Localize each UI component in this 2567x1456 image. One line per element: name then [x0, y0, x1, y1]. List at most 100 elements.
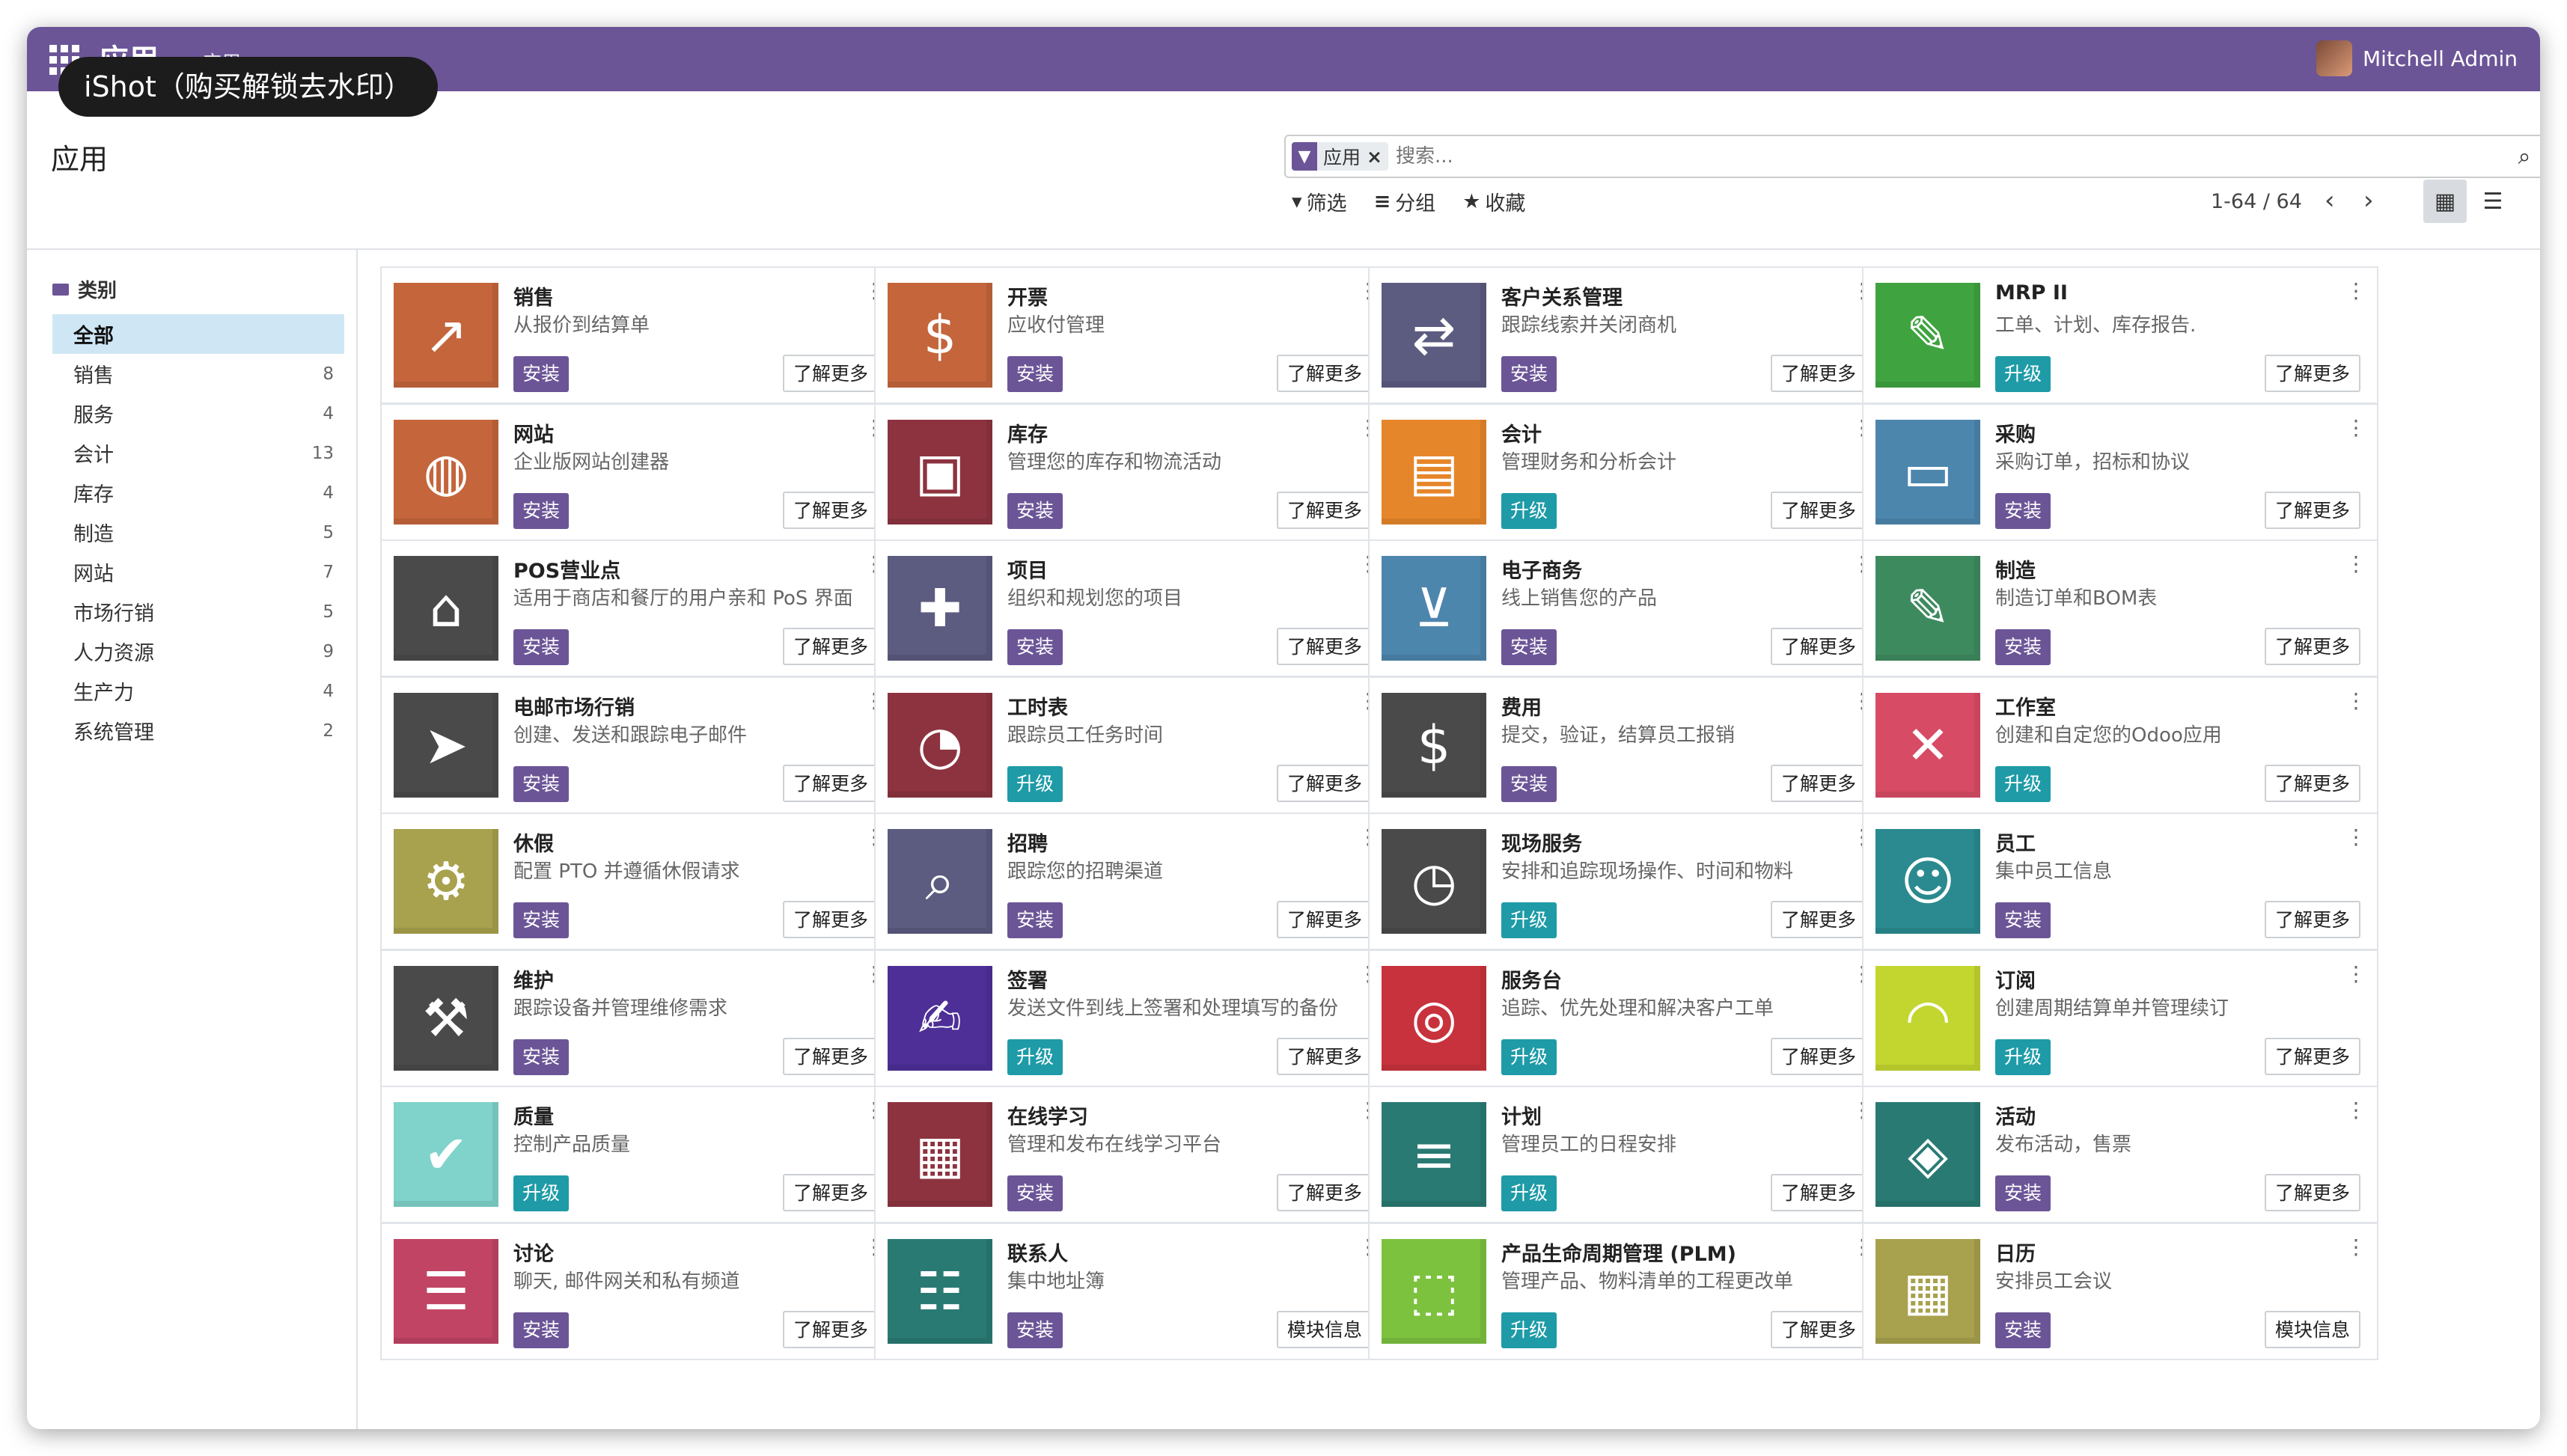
app-card[interactable]: ≡计划管理员工的日程安排⋮升级了解更多 — [1368, 1086, 1884, 1223]
kebab-menu-icon[interactable]: ⋮ — [2345, 278, 2366, 303]
app-card[interactable]: ▤会计管理财务和分析会计⋮升级了解更多 — [1368, 403, 1884, 541]
learn-more-button[interactable]: 了解更多 — [1770, 355, 1867, 392]
app-card[interactable]: ➤电邮市场行销创建、发送和跟踪电子邮件⋮安装了解更多 — [380, 676, 897, 814]
upgrade-button[interactable]: 升级 — [1501, 1175, 1557, 1211]
pager-next-icon[interactable]: › — [2363, 186, 2374, 215]
install-button[interactable]: 安装 — [513, 1039, 570, 1075]
install-button[interactable]: 安装 — [1501, 766, 1557, 802]
app-card[interactable]: ⚒维护跟踪设备并管理维修需求⋮安装了解更多 — [380, 949, 897, 1087]
sidebar-category-item[interactable]: 全部 — [52, 314, 344, 354]
kebab-menu-icon[interactable]: ⋮ — [2345, 415, 2366, 440]
learn-more-button[interactable]: 了解更多 — [1276, 1174, 1373, 1211]
learn-more-button[interactable]: 了解更多 — [2264, 765, 2360, 802]
app-card[interactable]: ✕ 工作室 创建和自定您的Odoo应用 ⋮ 升级 了解更多 — [1862, 676, 2378, 814]
learn-more-button[interactable]: 了解更多 — [1276, 628, 1373, 665]
app-card[interactable]: ◈ 活动 发布活动，售票 ⋮ 安装 了解更多 — [1862, 1086, 2378, 1223]
install-button[interactable]: 安装 — [513, 629, 570, 665]
install-button[interactable]: 安装 — [1007, 629, 1063, 665]
learn-more-button[interactable]: 了解更多 — [1770, 1311, 1867, 1348]
install-button[interactable]: 安装 — [1995, 629, 2051, 665]
kebab-menu-icon[interactable]: ⋮ — [2345, 1235, 2366, 1259]
pager-previous-icon[interactable]: ‹ — [2325, 186, 2335, 215]
kebab-menu-icon[interactable]: ⋮ — [2345, 1098, 2366, 1122]
sidebar-category-item[interactable]: 人力资源 9 — [52, 631, 344, 671]
learn-more-button[interactable]: 了解更多 — [782, 1038, 879, 1075]
app-card[interactable]: $费用提交，验证，结算员工报销⋮安装了解更多 — [1368, 676, 1884, 814]
sidebar-category-item[interactable]: 会计 13 — [52, 433, 344, 473]
user-name[interactable]: Mitchell Admin — [2363, 46, 2518, 71]
learn-more-button[interactable]: 了解更多 — [1276, 1038, 1373, 1075]
install-button[interactable]: 安装 — [513, 1312, 570, 1348]
learn-more-button[interactable]: 了解更多 — [1770, 1174, 1867, 1211]
avatar[interactable] — [2316, 40, 2353, 76]
learn-more-button[interactable]: 了解更多 — [782, 1174, 879, 1211]
learn-more-button[interactable]: 模块信息 — [2264, 1311, 2360, 1348]
app-card[interactable]: ✎ MRP II 工单、计划、库存报告. ⋮ 升级 了解更多 — [1862, 266, 2378, 404]
install-button[interactable]: 安装 — [513, 902, 570, 938]
install-button[interactable]: 安装 — [513, 493, 570, 529]
upgrade-button[interactable]: 升级 — [1007, 766, 1063, 802]
app-card[interactable]: ▭ 采购 采购订单，招标和协议 ⋮ 安装 了解更多 — [1862, 403, 2378, 541]
app-card[interactable]: ☰讨论聊天, 邮件网关和私有频道⋮安装了解更多 — [380, 1223, 897, 1360]
learn-more-button[interactable]: 了解更多 — [1770, 1038, 1867, 1075]
install-button[interactable]: 安装 — [1995, 1312, 2051, 1348]
install-button[interactable]: 安装 — [1995, 902, 2051, 938]
user-menu[interactable]: Mitchell Admin — [2316, 40, 2518, 76]
upgrade-button[interactable]: 升级 — [1501, 1039, 1557, 1075]
install-button[interactable]: 安装 — [1007, 902, 1063, 938]
app-card[interactable]: $开票应收付管理⋮安装了解更多 — [874, 266, 1391, 404]
app-card[interactable]: ✚项目组织和规划您的项目⋮安装了解更多 — [874, 539, 1391, 677]
group-by-button[interactable]: ≡ 分组 — [1374, 187, 1436, 216]
app-card[interactable]: ↗销售从报价到结算单⋮安装了解更多 — [380, 266, 897, 404]
install-button[interactable]: 安装 — [1007, 493, 1063, 529]
app-card[interactable]: ✎ 制造 制造订单和BOM表 ⋮ 安装 了解更多 — [1862, 539, 2378, 677]
sidebar-category-item[interactable]: 系统管理 2 — [52, 711, 344, 750]
learn-more-button[interactable]: 了解更多 — [2264, 901, 2360, 938]
sidebar-category-item[interactable]: 网站 7 — [52, 552, 344, 592]
learn-more-button[interactable]: 了解更多 — [1770, 628, 1867, 665]
kebab-menu-icon[interactable]: ⋮ — [2345, 961, 2366, 986]
learn-more-button[interactable]: 了解更多 — [1276, 492, 1373, 529]
app-card[interactable]: ◎服务台追踪、优先处理和解决客户工单⋮升级了解更多 — [1368, 949, 1884, 1087]
learn-more-button[interactable]: 了解更多 — [2264, 492, 2360, 529]
learn-more-button[interactable]: 了解更多 — [782, 1311, 879, 1348]
sidebar-category-item[interactable]: 库存 4 — [52, 473, 344, 513]
app-card[interactable]: ◷现场服务安排和追踪现场操作、时间和物料⋮升级了解更多 — [1368, 813, 1884, 950]
install-button[interactable]: 安装 — [513, 356, 570, 392]
sidebar-category-item[interactable]: 制造 5 — [52, 513, 344, 552]
app-card[interactable]: ⌕招聘跟踪您的招聘渠道⋮安装了解更多 — [874, 813, 1391, 950]
kanban-view-button[interactable]: ▦ — [2423, 180, 2467, 223]
learn-more-button[interactable]: 了解更多 — [2264, 1038, 2360, 1075]
app-card[interactable]: ⬚产品生命周期管理 (PLM)管理产品、物料清单的工程更改单⋮升级了解更多 — [1368, 1223, 1884, 1360]
install-button[interactable]: 安装 — [1995, 1175, 2051, 1211]
search-input[interactable] — [1388, 144, 2506, 168]
kebab-menu-icon[interactable]: ⋮ — [2345, 551, 2366, 576]
upgrade-button[interactable]: 升级 — [1995, 766, 2051, 802]
install-button[interactable]: 安装 — [1995, 493, 2051, 529]
learn-more-button[interactable]: 了解更多 — [1770, 901, 1867, 938]
learn-more-button[interactable]: 了解更多 — [782, 492, 879, 529]
kebab-menu-icon[interactable]: ⋮ — [2345, 688, 2366, 713]
upgrade-button[interactable]: 升级 — [1501, 1312, 1557, 1348]
learn-more-button[interactable]: 了解更多 — [1276, 901, 1373, 938]
app-card[interactable]: ⇄客户关系管理跟踪线索并关闭商机⋮安装了解更多 — [1368, 266, 1884, 404]
install-button[interactable]: 安装 — [1007, 1175, 1063, 1211]
learn-more-button[interactable]: 了解更多 — [782, 355, 879, 392]
app-card[interactable]: ⌂POS营业点适用于商店和餐厅的用户亲和 PoS 界面⋮安装了解更多 — [380, 539, 897, 677]
sidebar-category-item[interactable]: 销售 8 — [52, 354, 344, 394]
pager-value[interactable]: 1-64 / 64 — [2211, 190, 2302, 213]
app-card[interactable]: ⊻电子商务线上销售您的产品⋮安装了解更多 — [1368, 539, 1884, 677]
learn-more-button[interactable]: 了解更多 — [2264, 628, 2360, 665]
app-card[interactable]: ✔质量控制产品质量⋮升级了解更多 — [380, 1086, 897, 1223]
sidebar-category-item[interactable]: 市场行销 5 — [52, 592, 344, 631]
list-view-button[interactable]: ☰ — [2471, 180, 2515, 223]
learn-more-button[interactable]: 了解更多 — [1276, 765, 1373, 802]
upgrade-button[interactable]: 升级 — [513, 1175, 570, 1211]
learn-more-button[interactable]: 了解更多 — [782, 628, 879, 665]
app-card[interactable]: ◍网站企业版网站创建器⋮安装了解更多 — [380, 403, 897, 541]
upgrade-button[interactable]: 升级 — [1995, 1039, 2051, 1075]
install-button[interactable]: 安装 — [1007, 356, 1063, 392]
upgrade-button[interactable]: 升级 — [1501, 902, 1557, 938]
learn-more-button[interactable]: 了解更多 — [1276, 355, 1373, 392]
install-button[interactable]: 安装 — [1007, 1312, 1063, 1348]
